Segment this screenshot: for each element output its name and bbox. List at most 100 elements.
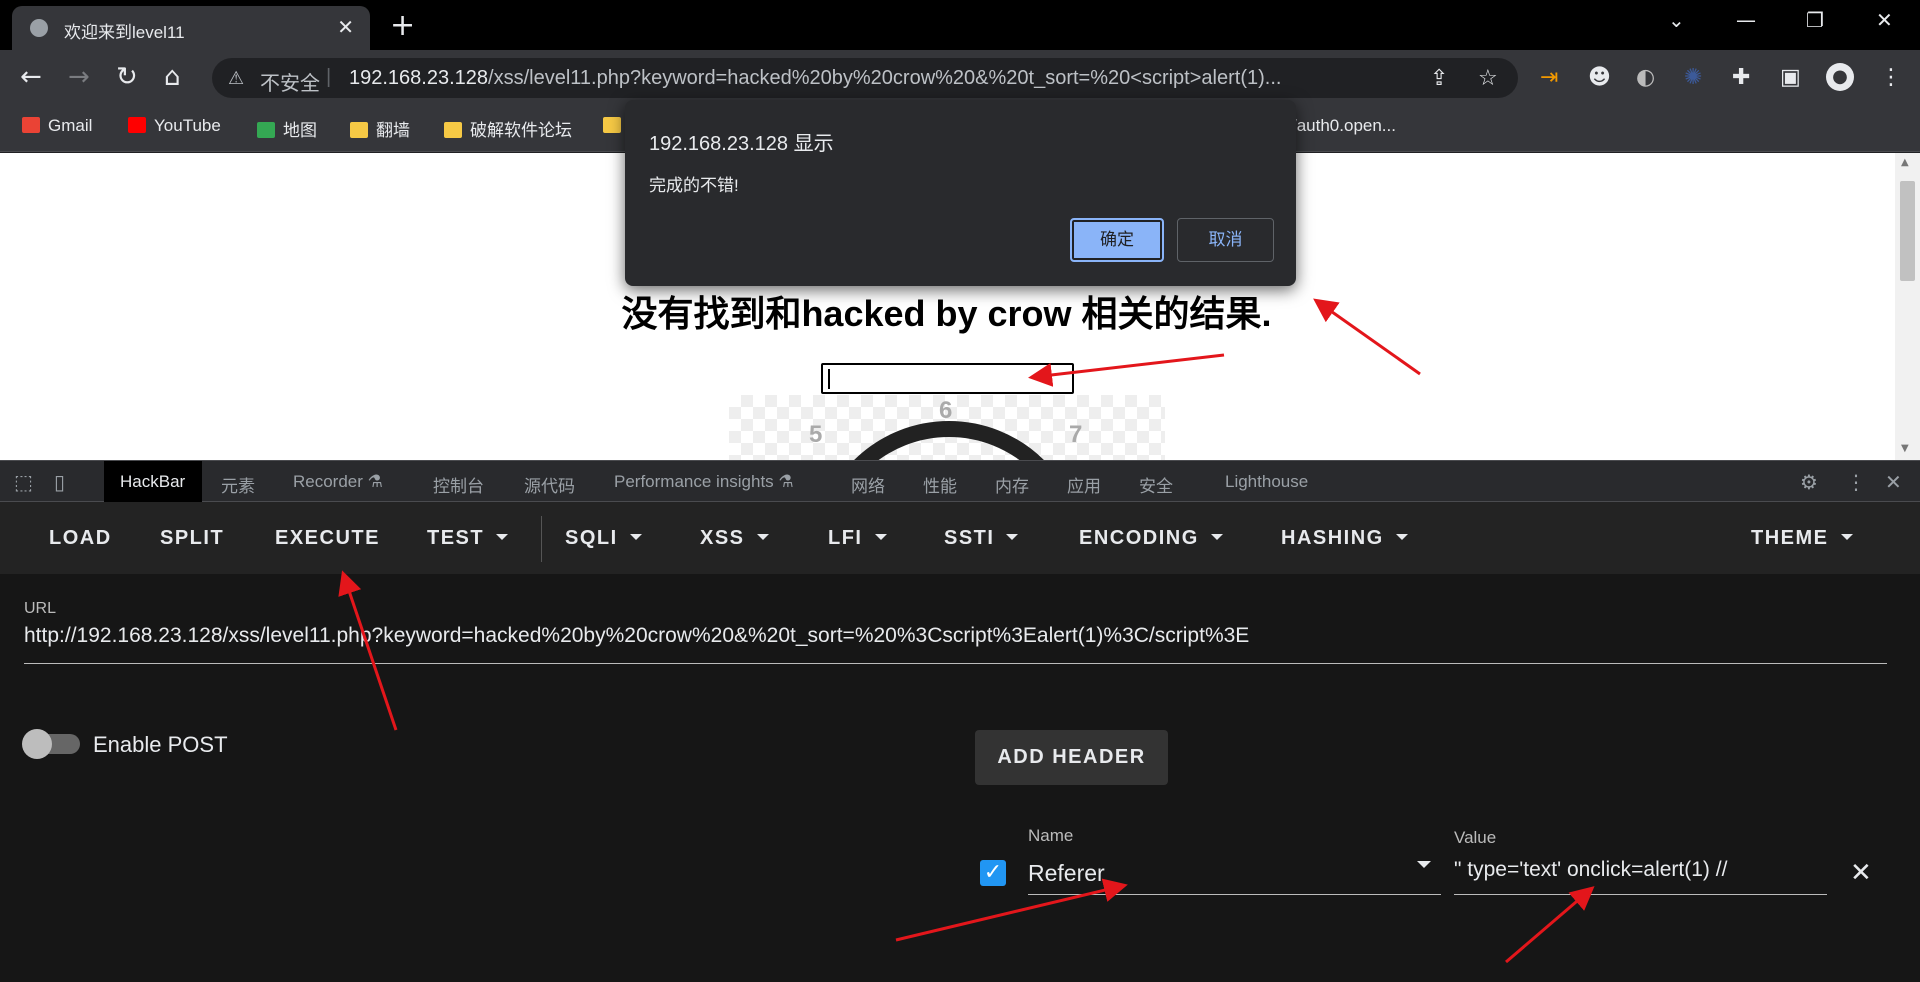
- chevron-down-icon: [874, 534, 887, 540]
- tab-sources[interactable]: 源代码: [524, 472, 575, 497]
- extension-globe-icon[interactable]: ◐: [1636, 65, 1655, 90]
- tab-performance[interactable]: 性能: [923, 472, 957, 497]
- chevron-down-icon: [1395, 534, 1408, 540]
- bookmark-folder-crack-forum[interactable]: 破解软件论坛: [444, 116, 572, 141]
- tab-application[interactable]: 应用: [1067, 472, 1101, 497]
- value-underline: [1454, 894, 1827, 895]
- sqli-menu-button[interactable]: SQLI: [565, 527, 642, 550]
- split-button[interactable]: SPLIT: [160, 527, 224, 550]
- toolbar-divider: [541, 516, 542, 562]
- name-underline: [1028, 894, 1441, 895]
- new-tab-button[interactable]: +: [390, 8, 415, 43]
- remove-header-icon[interactable]: ✕: [1850, 858, 1872, 888]
- tab-lighthouse[interactable]: Lighthouse: [1225, 472, 1308, 492]
- tab-performance-insights[interactable]: Performance insights ⚗: [614, 472, 794, 492]
- extension-gear-icon[interactable]: ✺: [1684, 65, 1702, 90]
- xss-menu-button[interactable]: XSS: [700, 527, 769, 550]
- settings-gear-icon[interactable]: ⚙: [1800, 470, 1818, 494]
- side-panel-icon[interactable]: ▣: [1780, 65, 1801, 90]
- warning-triangle-icon[interactable]: ⚠: [228, 68, 244, 89]
- encoding-menu-button[interactable]: ENCODING: [1079, 527, 1223, 550]
- url-path: /xss/level11.php?keyword=hacked%20by%20c…: [488, 67, 1282, 89]
- scroll-thumb[interactable]: [1900, 181, 1915, 281]
- theme-menu-button[interactable]: THEME: [1751, 527, 1853, 550]
- load-button[interactable]: LOAD: [49, 527, 112, 550]
- url-label: URL: [24, 600, 57, 617]
- tab-recorder[interactable]: Recorder ⚗: [293, 472, 383, 492]
- dialog-message: 完成的不错!: [649, 176, 739, 195]
- chevron-down-icon: [1006, 534, 1019, 540]
- bookmark-youtube[interactable]: YouTube: [128, 116, 221, 136]
- scroll-up-icon[interactable]: ▲: [1901, 157, 1909, 168]
- folder-icon: [444, 122, 462, 138]
- share-icon[interactable]: ⇪: [1430, 66, 1448, 91]
- devtools-panel: ⬚ ▯ HackBar 元素 Recorder ⚗ 控制台 源代码 Perfor…: [0, 460, 1920, 982]
- page-text-input[interactable]: [821, 363, 1074, 394]
- tab-console[interactable]: 控制台: [433, 472, 484, 497]
- test-menu-button[interactable]: TEST: [427, 527, 509, 550]
- header-value-input[interactable]: " type='text' onclick=alert(1) //: [1454, 858, 1727, 882]
- url-underline: [24, 663, 1887, 664]
- cancel-button[interactable]: 取消: [1177, 218, 1274, 262]
- tab-search-icon[interactable]: ⌄: [1668, 8, 1685, 32]
- dialog-title: 192.168.23.128 显示: [649, 133, 834, 155]
- folder-icon: [603, 117, 621, 133]
- tab-strip: 欢迎来到level11 ✕ + ⌄ — ❐ ✕: [0, 0, 1920, 50]
- bookmark-maps[interactable]: 地图: [257, 116, 317, 141]
- header-enabled-checkbox[interactable]: ✓: [980, 860, 1006, 886]
- maps-icon: [257, 122, 275, 138]
- address-bar[interactable]: ⚠ 不安全 | 192.168.23.128/xss/level11.php?k…: [212, 58, 1518, 98]
- hackbar-url-input[interactable]: http://192.168.23.128/xss/level11.php?ke…: [24, 624, 1249, 648]
- toggle-knob[interactable]: [22, 729, 52, 759]
- execute-button[interactable]: EXECUTE: [275, 527, 380, 550]
- page-scrollbar[interactable]: ▲ ▼: [1895, 153, 1920, 460]
- clock-number: 6: [939, 397, 953, 424]
- back-button[interactable]: ←: [20, 62, 42, 92]
- tab-security[interactable]: 安全: [1139, 472, 1173, 497]
- menu-kebab-icon[interactable]: ⋮: [1880, 65, 1902, 90]
- device-toolbar-icon[interactable]: ▯: [54, 470, 65, 494]
- tab-hackbar[interactable]: HackBar: [120, 472, 185, 492]
- ssti-menu-button[interactable]: SSTI: [944, 527, 1019, 550]
- devtools-menu-icon[interactable]: ⋮: [1846, 470, 1866, 494]
- star-icon[interactable]: ☆: [1478, 66, 1498, 91]
- hackbar-toolbar: LOAD SPLIT EXECUTE TEST SQLI XSS LFI SST…: [0, 502, 1920, 574]
- hashing-menu-button[interactable]: HASHING: [1281, 527, 1408, 550]
- chevron-down-icon: [1210, 534, 1223, 540]
- forward-button[interactable]: →: [68, 62, 90, 92]
- reload-button[interactable]: ↻: [116, 62, 138, 92]
- restore-button[interactable]: ❐: [1806, 8, 1824, 32]
- minimize-button[interactable]: —: [1736, 8, 1756, 32]
- extensions-puzzle-icon[interactable]: ✚: [1732, 65, 1750, 90]
- lfi-menu-button[interactable]: LFI: [828, 527, 887, 550]
- header-name-label: Name: [1028, 826, 1074, 845]
- tab-elements[interactable]: 元素: [221, 472, 255, 497]
- add-header-button[interactable]: ADD HEADER: [975, 730, 1168, 785]
- browser-tab[interactable]: 欢迎来到level11 ✕: [12, 6, 370, 50]
- name-dropdown-icon[interactable]: [1417, 861, 1431, 868]
- address-url[interactable]: 192.168.23.128/xss/level11.php?keyword=h…: [349, 67, 1389, 90]
- devtools-close-icon[interactable]: ✕: [1885, 470, 1902, 494]
- bookmark-auth0[interactable]: /auth0.open...: [1292, 116, 1396, 136]
- chevron-down-icon: [756, 534, 769, 540]
- bookmark-folder-fanqiang[interactable]: 翻墙: [350, 116, 410, 141]
- tab-network[interactable]: 网络: [851, 472, 885, 497]
- header-name-input[interactable]: Referer: [1028, 860, 1105, 887]
- bookmark-gmail[interactable]: Gmail: [22, 116, 92, 136]
- close-window-button[interactable]: ✕: [1876, 8, 1893, 32]
- url-host: 192.168.23.128: [349, 67, 489, 89]
- extension-arrow-icon[interactable]: ⇥: [1540, 65, 1558, 90]
- clock-face: [814, 421, 1084, 460]
- profile-avatar-icon[interactable]: ●: [1826, 63, 1854, 91]
- search-result-heading: 没有找到和hacked by crow 相关的结果.: [621, 293, 1272, 334]
- inspect-element-icon[interactable]: ⬚: [14, 470, 33, 494]
- alert-dialog: 192.168.23.128 显示 完成的不错! 确定 取消: [625, 100, 1296, 286]
- tab-close-icon[interactable]: ✕: [337, 15, 354, 40]
- ok-button[interactable]: 确定: [1070, 218, 1164, 262]
- insecure-label[interactable]: 不安全: [260, 67, 320, 96]
- devtools-tabbar: ⬚ ▯ HackBar 元素 Recorder ⚗ 控制台 源代码 Perfor…: [0, 460, 1920, 502]
- extension-mask-icon[interactable]: ☻: [1588, 65, 1611, 90]
- scroll-down-icon[interactable]: ▼: [1901, 443, 1909, 454]
- home-button[interactable]: ⌂: [164, 62, 181, 92]
- tab-memory[interactable]: 内存: [995, 472, 1029, 497]
